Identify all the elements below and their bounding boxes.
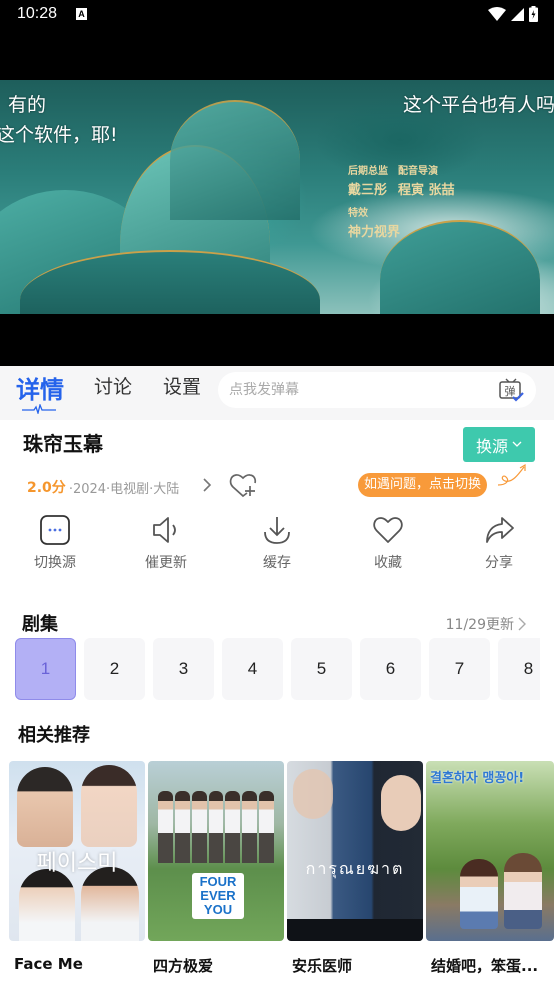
episode-button[interactable]: 3 (153, 638, 214, 700)
episode-button[interactable]: 7 (429, 638, 490, 700)
status-time: 10:28 (17, 5, 58, 22)
switch-source-tip: 如遇问题，点击切换 (358, 473, 488, 497)
system-icons (488, 6, 538, 22)
action-share[interactable]: 分享 (459, 510, 539, 572)
artwork-mountain (170, 100, 300, 220)
artwork-mountain (380, 220, 540, 314)
episode-button[interactable]: 4 (222, 638, 283, 700)
detail-tabs: 详情 讨论 设置 弹 (0, 366, 554, 420)
show-meta[interactable]: 2.0分 ·2024·电视剧·大陆 (27, 477, 179, 497)
poster-title: 결혼하자 맹꽁아! (430, 771, 525, 786)
episodes-update-text: 11/29更新 (445, 617, 514, 633)
episode-button[interactable]: 1 (15, 638, 76, 700)
poster-image: 결혼하자 맹꽁아! (426, 761, 554, 941)
recommend-name: 安乐医师 (292, 957, 353, 975)
svg-text:弹: 弹 (505, 384, 516, 398)
action-bar: 切换源 催更新 缓存 收藏 分享 (0, 510, 554, 580)
tab-active-indicator (22, 404, 56, 414)
show-meta-text: ·2024·电视剧·大陆 (68, 481, 180, 497)
video-credit: 特效 神力视界 (348, 208, 401, 240)
action-label: 缓存 (263, 555, 291, 571)
switch-source-label: 换源 (475, 436, 508, 456)
tab-details[interactable]: 详情 (16, 370, 64, 405)
poster-title: การุณยฆาต (305, 859, 405, 878)
switch-source-button[interactable]: 换源 (463, 427, 535, 462)
danmaku-comment: 有的 (8, 94, 47, 116)
video-player[interactable]: 有的 这个软件，耶! 这个平台也有人吗 后期总监 戴三彤 配音导演 程寅 张喆 … (0, 80, 554, 314)
chevron-right-icon (518, 617, 526, 631)
episode-button[interactable]: 8 (498, 638, 540, 700)
poster-image: 페이스미 (9, 761, 145, 941)
recommend-item[interactable]: 결혼하자 맹꽁아! 结婚吧，笨蛋... (426, 761, 554, 976)
recommend-title: 相关推荐 (18, 725, 90, 746)
recommend-item[interactable]: FOUR EVER YOU 四方极爱 (148, 761, 284, 976)
heart-plus-icon[interactable] (229, 472, 257, 498)
status-bar: 10:28 A (0, 0, 554, 80)
action-request-update[interactable]: 催更新 (126, 510, 206, 572)
poster-image: FOUR EVER YOU (148, 761, 284, 941)
a-icon: A (76, 8, 87, 20)
download-icon (264, 517, 290, 544)
chevron-right-icon[interactable] (200, 475, 214, 495)
danmaku-comment: 这个平台也有人吗 (403, 94, 554, 116)
tab-settings[interactable]: 设置 (163, 372, 201, 399)
tab-discussion[interactable]: 讨论 (94, 372, 132, 399)
episodes-more-link[interactable]: 11/29更新 (446, 614, 526, 634)
wifi-icon (488, 7, 506, 21)
episode-list: 12345678 (0, 638, 540, 700)
action-download[interactable]: 缓存 (237, 510, 317, 572)
danmaku-input-box: 弹 (218, 372, 536, 408)
heart-icon (373, 517, 403, 543)
episode-button[interactable]: 6 (360, 638, 421, 700)
chevron-down-icon (512, 441, 522, 447)
tip-pointer-icon (497, 463, 526, 486)
switch-source-icon (40, 515, 70, 545)
recommend-name: Face Me (14, 955, 83, 973)
action-favorite[interactable]: 收藏 (348, 510, 428, 572)
episodes-title: 剧集 (22, 614, 58, 635)
battery-charging-icon (529, 6, 538, 22)
video-credit: 配音导演 程寅 张喆 (398, 166, 455, 198)
signal-icon (511, 7, 524, 21)
share-icon (486, 517, 514, 543)
poster-image: การุณยฆาต (287, 761, 423, 941)
action-label: 分享 (485, 555, 513, 571)
recommend-name: 四方极爱 (153, 957, 214, 975)
action-label: 催更新 (145, 555, 187, 571)
video-letterbox (0, 314, 554, 366)
recommend-name: 结婚吧，笨蛋... (431, 957, 539, 975)
recommend-item[interactable]: การุณยฆาต 安乐医师 (287, 761, 423, 976)
danmaku-send-icon[interactable]: 弹 (498, 378, 524, 402)
speaker-icon (153, 517, 176, 543)
action-label: 切换源 (34, 555, 76, 571)
recommend-list: 페이스미 Face Me FOUR EVER YOU 四方极爱 การุณยฆา… (9, 761, 554, 984)
show-score: 2.0分 (27, 480, 66, 496)
poster-title: 페이스미 (36, 851, 118, 876)
action-label: 收藏 (374, 555, 402, 571)
video-credit: 后期总监 戴三彤 (348, 166, 388, 198)
episode-button[interactable]: 5 (291, 638, 352, 700)
recommend-item[interactable]: 페이스미 Face Me (9, 761, 145, 973)
action-switch-source[interactable]: 切换源 (15, 510, 95, 572)
danmaku-input[interactable] (229, 372, 479, 408)
poster-title: FOUR EVER YOU (192, 873, 244, 919)
episode-button[interactable]: 2 (84, 638, 145, 700)
show-title: 珠帘玉幕 (23, 432, 103, 456)
danmaku-comment: 这个软件，耶! (0, 124, 118, 146)
